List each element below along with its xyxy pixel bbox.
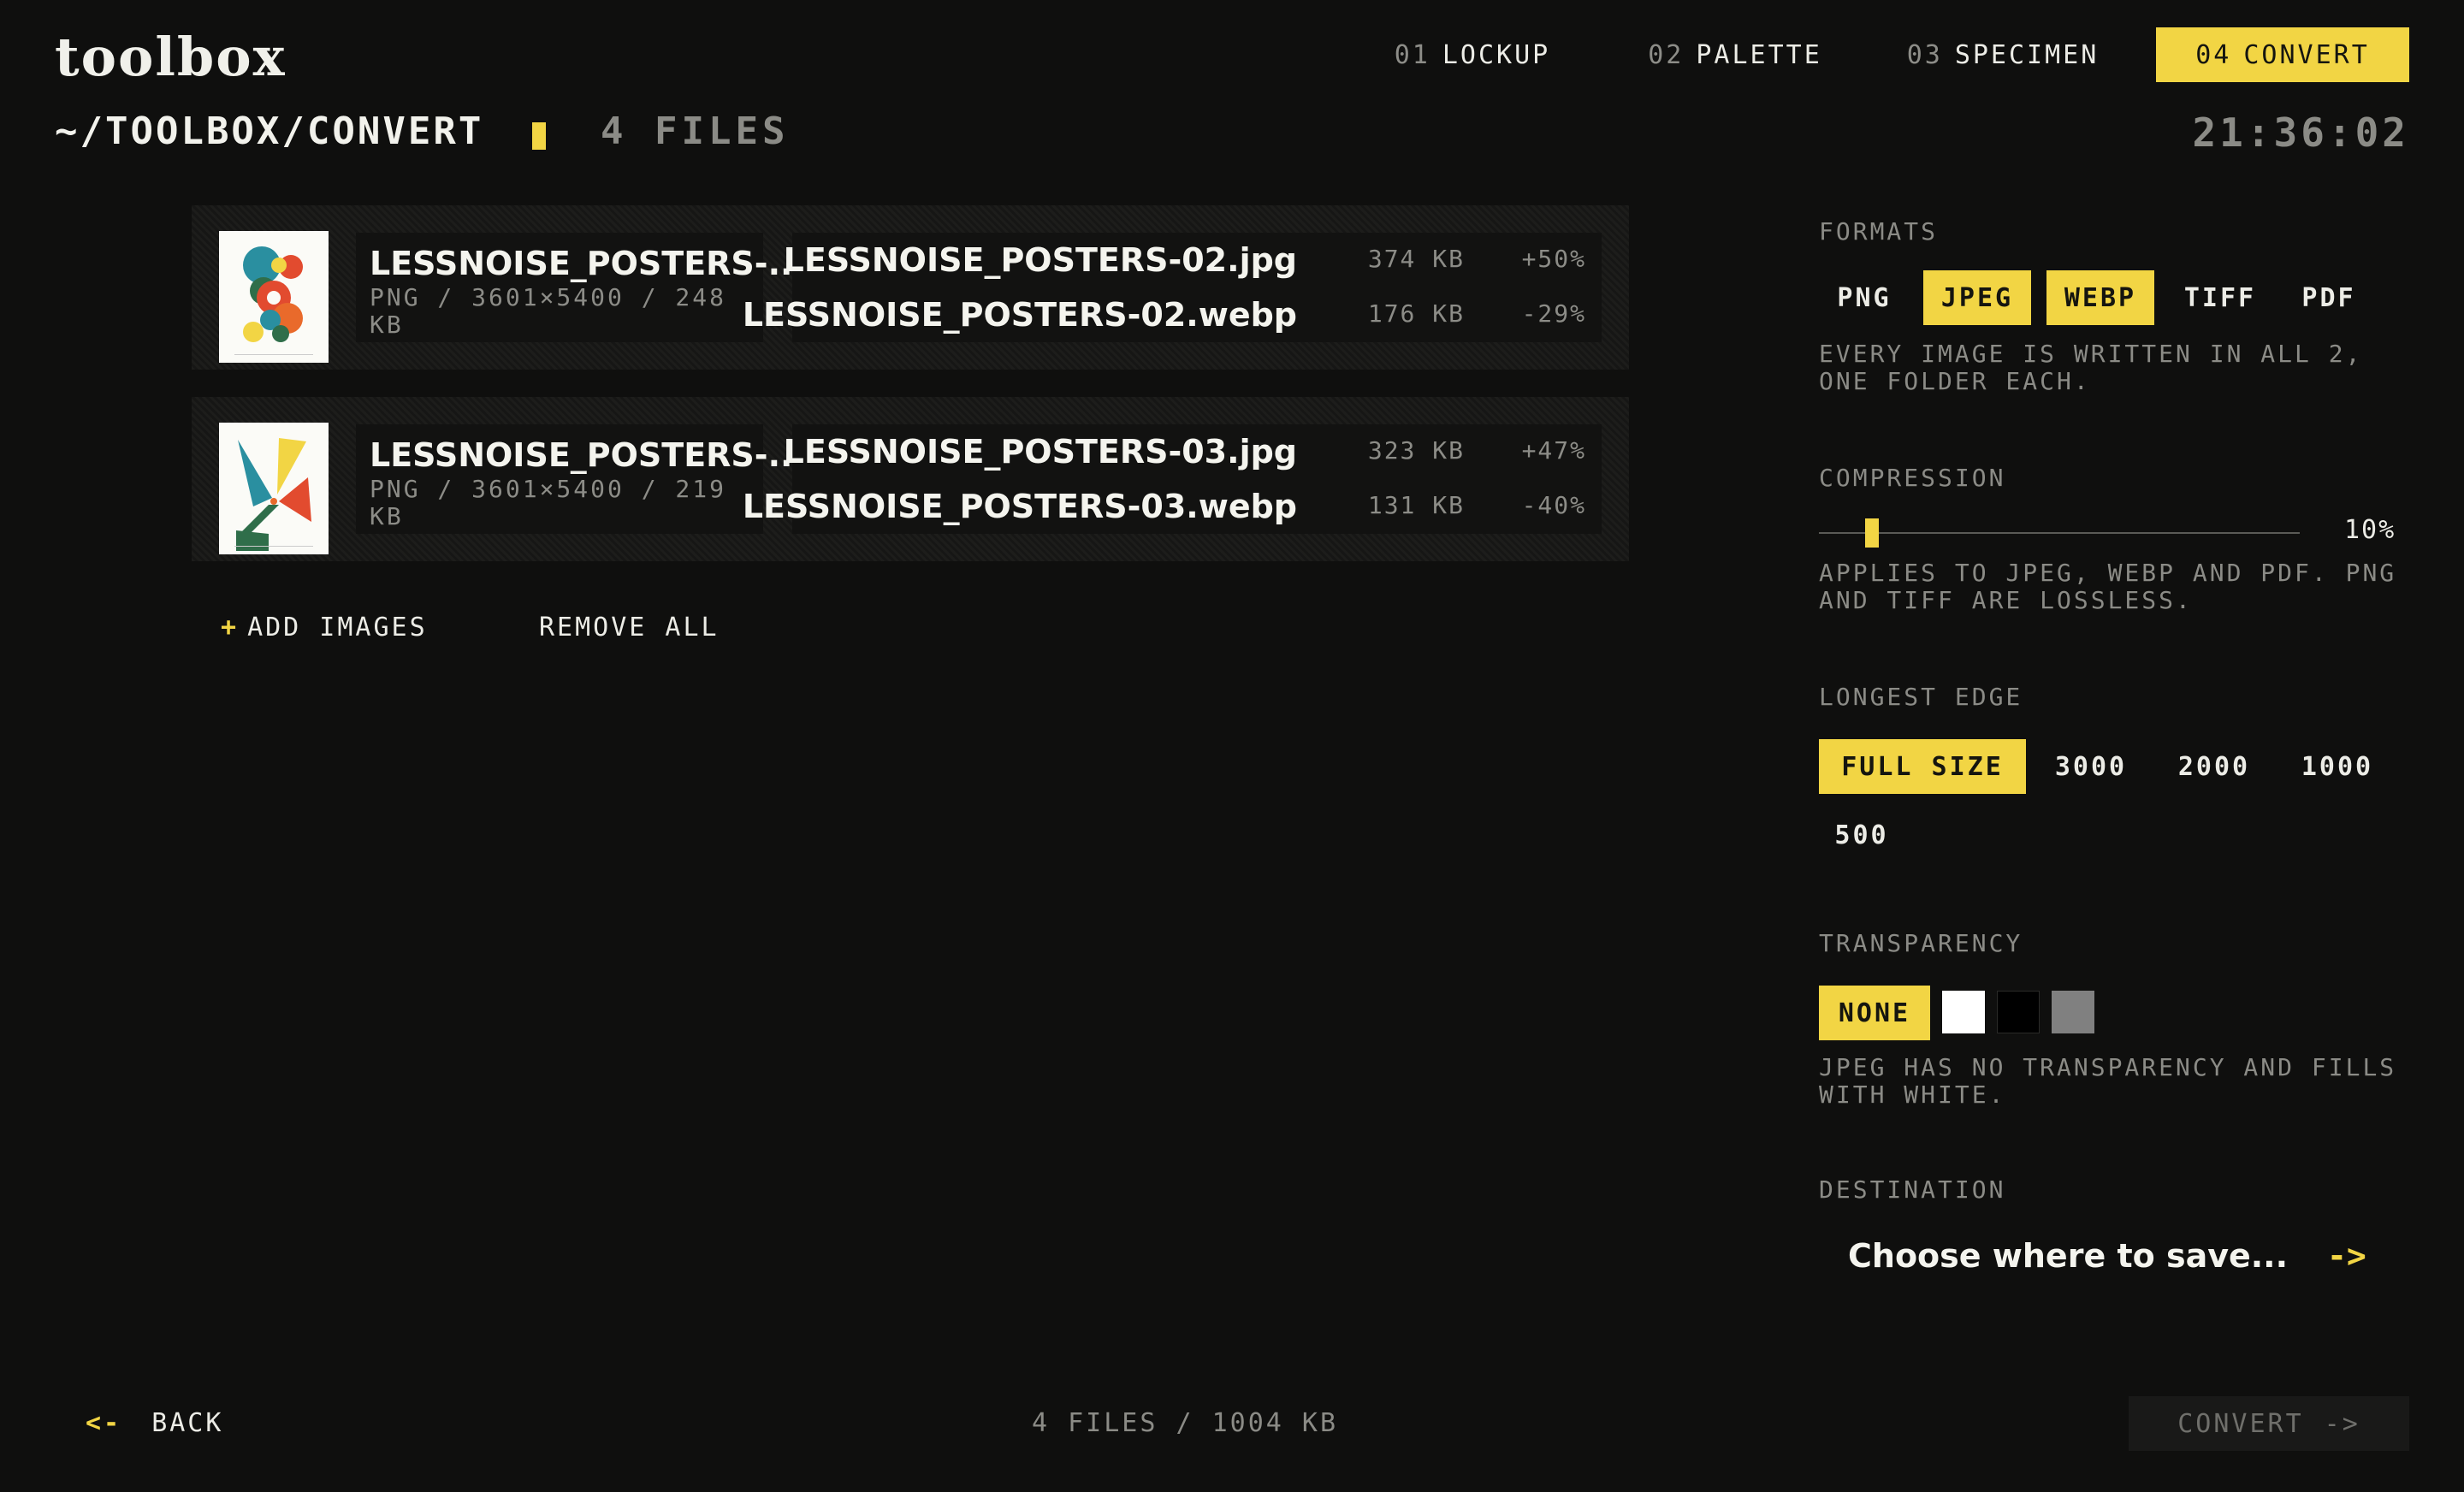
clock: 21:36:02	[2192, 110, 2409, 156]
output-file-size: 131 KB	[1367, 491, 1465, 519]
destination-heading: DESTINATION	[1819, 1175, 2006, 1204]
nav-tab-label: LOCKUP	[1442, 39, 1551, 70]
nav-tab-number: 03	[1906, 39, 1943, 70]
output-file-size: 176 KB	[1367, 299, 1465, 328]
output-size-delta: -40%	[1521, 491, 1586, 519]
source-file-info: LESSNOISE_POSTERS-... PNG / 3601×5400 / …	[356, 424, 805, 534]
transparency-help: JPEG HAS NO TRANSPARENCY AND FILLS WITH …	[1819, 1053, 2397, 1109]
output-file-name: LESSNOISE_POSTERS-02.webp	[742, 296, 1297, 334]
convert-button[interactable]: CONVERT ->	[2129, 1396, 2409, 1451]
output-row: LESSNOISE_POSTERS-02.webp 176 KB -29%	[743, 287, 1602, 339]
add-images-button[interactable]: + ADD IMAGES	[221, 613, 428, 642]
format-option-pdf[interactable]: PDF	[2286, 270, 2372, 325]
edge-option-500[interactable]: 500	[1819, 808, 1904, 862]
compression-slider-handle[interactable]	[1865, 518, 1879, 548]
longest-edge-heading: LONGEST EDGE	[1819, 683, 2023, 711]
format-option-tiff[interactable]: TIFF	[2170, 270, 2271, 325]
formats-help: EVERY IMAGE IS WRITTEN IN ALL 2, ONE FOL…	[1819, 340, 2363, 395]
source-file-name: LESSNOISE_POSTERS-...	[370, 245, 805, 282]
nav-tab-specimen[interactable]: 03 SPECIMEN	[1882, 27, 2123, 82]
source-file-meta: PNG / 3601×5400 / 248 KB	[370, 283, 727, 339]
plus-icon: +	[221, 613, 240, 642]
destination-picker[interactable]: Choose where to save...	[1848, 1237, 2288, 1275]
compression-slider-track[interactable]	[1819, 532, 2300, 534]
output-size-delta: -29%	[1521, 299, 1586, 328]
output-size-delta: +47%	[1521, 436, 1586, 465]
back-label: BACK	[151, 1408, 224, 1438]
compression-heading: COMPRESSION	[1819, 464, 2006, 492]
format-option-jpeg[interactable]: JPEG	[1923, 270, 2031, 325]
nav-tab-number: 02	[1648, 39, 1685, 70]
file-card: LESSNOISE_POSTERS-... PNG / 3601×5400 / …	[192, 205, 1629, 370]
add-images-label: ADD IMAGES	[247, 613, 428, 642]
nav-tab-palette[interactable]: 02 PALETTE	[1617, 27, 1853, 82]
file-count: 4 FILES	[601, 110, 790, 153]
output-row: LESSNOISE_POSTERS-02.jpg 374 KB +50%	[784, 233, 1602, 284]
remove-all-button[interactable]: REMOVE ALL	[539, 613, 720, 642]
nav-tab-label: CONVERT	[2243, 39, 2370, 70]
nav-tab-lockup[interactable]: 01 LOCKUP	[1362, 27, 1583, 82]
transparency-swatch-black[interactable]	[1997, 991, 2040, 1033]
output-file-size: 374 KB	[1367, 245, 1465, 273]
source-file-meta: PNG / 3601×5400 / 219 KB	[370, 475, 727, 530]
nav-tab-number: 01	[1394, 39, 1430, 70]
arrow-right-icon[interactable]: ->	[2327, 1237, 2366, 1275]
nav-tab-label: PALETTE	[1696, 39, 1822, 70]
output-file-name: LESSNOISE_POSTERS-03.webp	[742, 488, 1297, 525]
arrow-right-icon: ->	[2324, 1408, 2360, 1439]
compression-value: 10%	[2344, 515, 2396, 545]
convert-label: CONVERT	[2177, 1408, 2304, 1439]
compression-help: APPLIES TO JPEG, WEBP AND PDF. PNG AND T…	[1819, 559, 2397, 614]
source-file-info: LESSNOISE_POSTERS-... PNG / 3601×5400 / …	[356, 233, 805, 342]
format-option-webp[interactable]: WEBP	[2046, 270, 2154, 325]
text-cursor	[532, 122, 546, 150]
transparency-swatch-white[interactable]	[1942, 991, 1985, 1033]
poster-thumbnail	[219, 231, 329, 363]
arrow-left-icon: <-	[86, 1408, 122, 1438]
nav-tab-label: SPECIMEN	[1954, 39, 2100, 70]
output-files: LESSNOISE_POSTERS-02.jpg 374 KB +50% LES…	[743, 233, 1602, 342]
back-button[interactable]: <- BACK	[86, 1408, 223, 1438]
output-file-name: LESSNOISE_POSTERS-03.jpg	[783, 433, 1297, 471]
files-summary: 4 FILES / 1004 KB	[1032, 1408, 1339, 1438]
output-row: LESSNOISE_POSTERS-03.webp 131 KB -40%	[743, 479, 1602, 530]
edge-option-1000[interactable]: 1000	[2288, 739, 2387, 794]
edge-option-2000[interactable]: 2000	[2165, 739, 2264, 794]
edge-option-3000[interactable]: 3000	[2041, 739, 2141, 794]
output-file-name: LESSNOISE_POSTERS-02.jpg	[783, 241, 1297, 279]
formats-heading: FORMATS	[1819, 217, 1939, 246]
app-logo: toolbox	[55, 26, 287, 88]
transparency-heading: TRANSPARENCY	[1819, 929, 2023, 957]
poster-thumbnail	[219, 423, 329, 554]
edge-option-full-size[interactable]: FULL SIZE	[1819, 739, 2026, 794]
breadcrumb-path: ~/TOOLBOX/CONVERT	[55, 110, 484, 153]
transparency-option-none[interactable]: NONE	[1819, 986, 1930, 1040]
file-card: LESSNOISE_POSTERS-... PNG / 3601×5400 / …	[192, 397, 1629, 561]
nav-tab-convert[interactable]: 04 CONVERT	[2156, 27, 2409, 82]
source-file-name: LESSNOISE_POSTERS-...	[370, 436, 805, 474]
output-size-delta: +50%	[1521, 245, 1586, 273]
output-file-size: 323 KB	[1367, 436, 1465, 465]
output-files: LESSNOISE_POSTERS-03.jpg 323 KB +47% LES…	[743, 424, 1602, 534]
transparency-swatch-gray[interactable]	[2052, 991, 2094, 1033]
output-row: LESSNOISE_POSTERS-03.jpg 323 KB +47%	[784, 424, 1602, 476]
nav-tab-number: 04	[2195, 39, 2232, 70]
format-option-png[interactable]: PNG	[1819, 270, 1910, 325]
